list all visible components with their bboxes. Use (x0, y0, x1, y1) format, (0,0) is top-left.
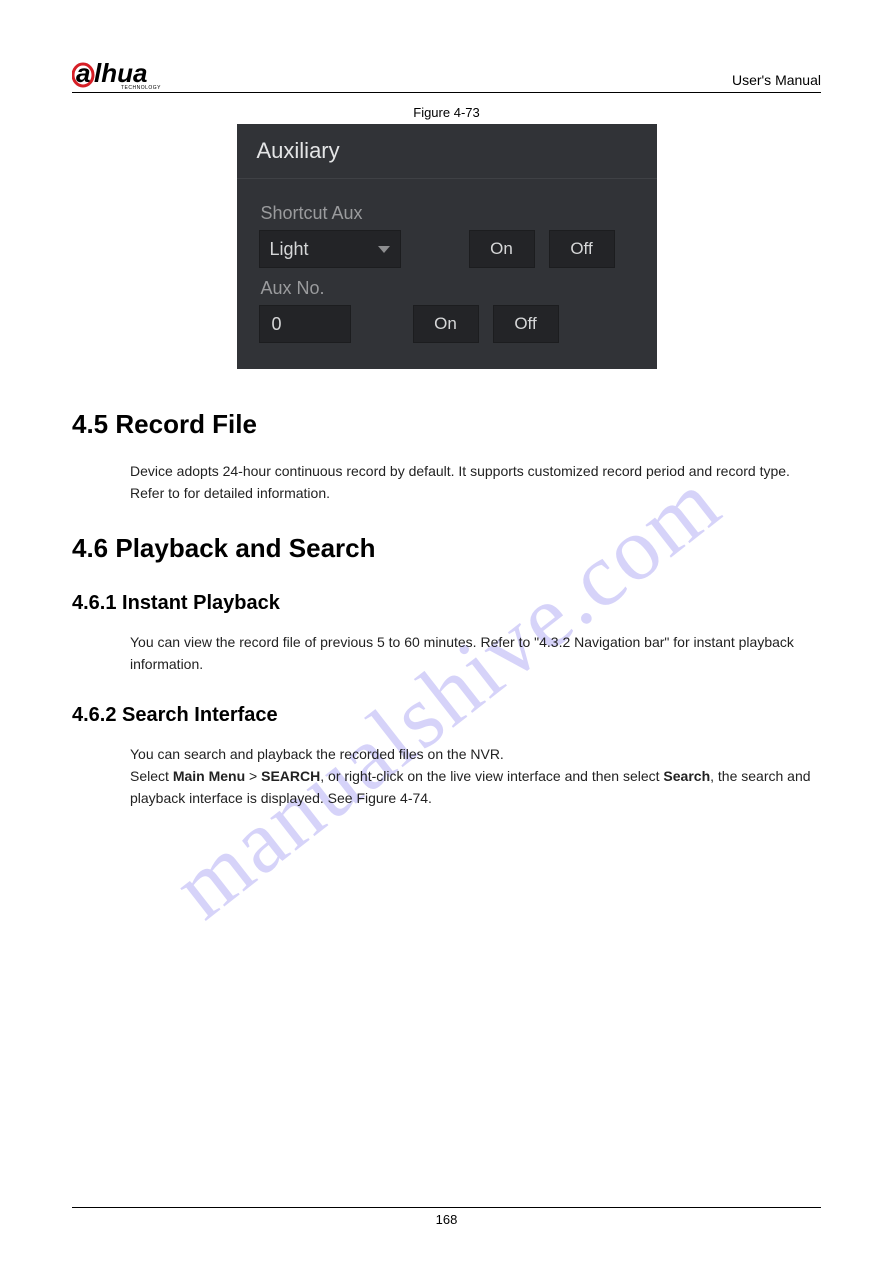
para-mainmenu: Main Menu (173, 768, 245, 784)
para-line1: You can search and playback the recorded… (130, 746, 504, 762)
page-footer: 168 (72, 1207, 821, 1227)
svg-text:lhua: lhua (94, 60, 147, 88)
para-4-5: Device adopts 24-hour continuous record … (130, 460, 811, 505)
brand-logo: a lhua TECHNOLOGY (72, 60, 192, 90)
heading-4-5: 4.5 Record File (72, 409, 821, 440)
heading-4-6-1: 4.6.1 Instant Playback (72, 592, 821, 615)
shortcut-on-button[interactable]: On (469, 230, 535, 268)
select-value: Light (270, 239, 309, 260)
header-manual-label: User's Manual (732, 72, 821, 90)
para-mid: , or right-click on the live view interf… (320, 768, 663, 784)
aux-no-label: Aux No. (261, 278, 635, 299)
panel-title: Auxiliary (237, 124, 657, 179)
aux-no-input[interactable]: 0 (259, 305, 351, 343)
heading-4-6: 4.6 Playback and Search (72, 533, 821, 564)
para-select-prefix: Select (130, 768, 173, 784)
shortcut-aux-label: Shortcut Aux (261, 203, 635, 224)
page-header: a lhua TECHNOLOGY User's Manual (72, 60, 821, 93)
chevron-down-icon (378, 246, 390, 253)
figure-caption: Figure 4-73 (72, 105, 821, 120)
para-search-bold: SEARCH (261, 768, 320, 784)
para-4-6-1: You can view the record file of previous… (130, 631, 811, 676)
heading-4-6-2: 4.6.2 Search Interface (72, 704, 821, 727)
shortcut-aux-select[interactable]: Light (259, 230, 401, 268)
para-4-6-2: You can search and playback the recorded… (130, 743, 811, 810)
auxiliary-panel: Auxiliary Shortcut Aux Light On Off Aux … (237, 124, 657, 369)
para-gt: > (245, 768, 261, 784)
svg-text:a: a (76, 60, 90, 88)
page-number: 168 (436, 1212, 458, 1227)
auxno-off-button[interactable]: Off (493, 305, 559, 343)
svg-text:TECHNOLOGY: TECHNOLOGY (121, 85, 161, 90)
shortcut-off-button[interactable]: Off (549, 230, 615, 268)
para-search2-bold: Search (663, 768, 710, 784)
auxno-on-button[interactable]: On (413, 305, 479, 343)
